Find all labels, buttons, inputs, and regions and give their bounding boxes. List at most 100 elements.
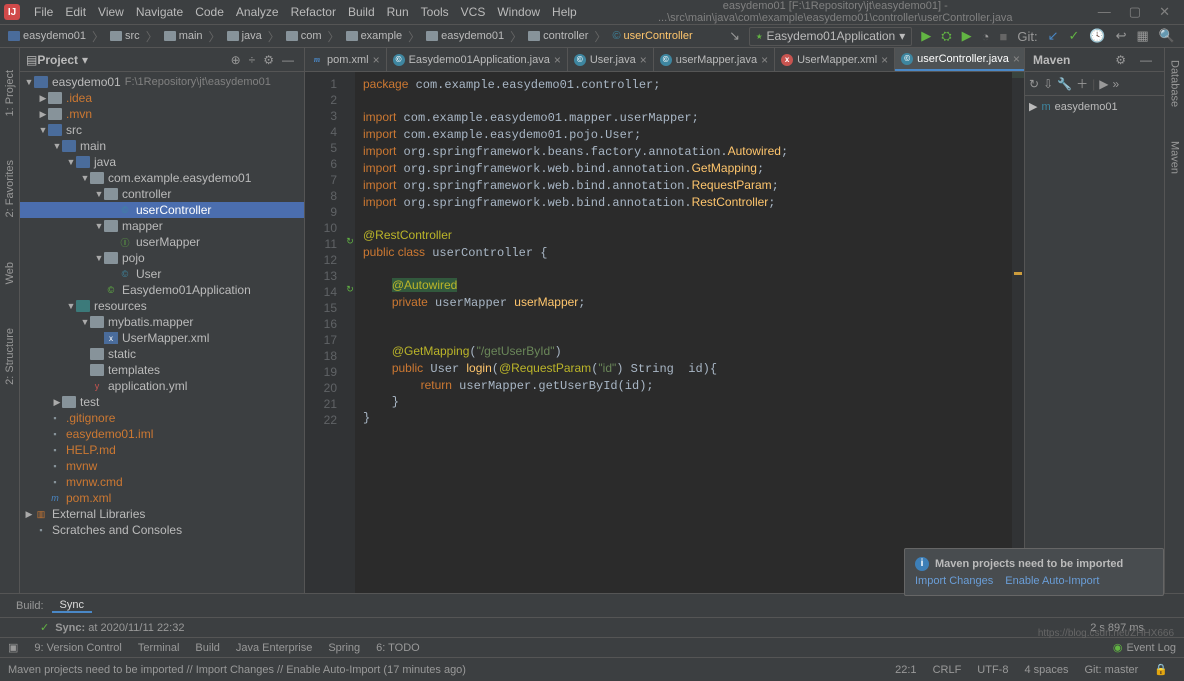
tree-item[interactable]: yapplication.yml: [20, 378, 304, 394]
tab-close-button[interactable]: ×: [554, 53, 561, 67]
minimize-button[interactable]: —: [1098, 4, 1111, 20]
tab-close-button[interactable]: ×: [881, 53, 888, 67]
breadcrumb-item[interactable]: easydemo01: [4, 30, 90, 42]
editor-tab[interactable]: mpom.xml×: [305, 48, 387, 71]
gutter-project[interactable]: 1: Project: [4, 68, 16, 118]
hide-tool-windows[interactable]: ▣: [0, 641, 26, 654]
tree-item[interactable]: ▶.idea: [20, 90, 304, 106]
tool-window-tab[interactable]: 6: TODO: [368, 642, 428, 654]
editor-tab[interactable]: ©User.java×: [568, 48, 654, 71]
breadcrumb-item[interactable]: com: [282, 30, 326, 42]
tree-item[interactable]: ▼resources: [20, 298, 304, 314]
tree-item[interactable]: mpom.xml: [20, 490, 304, 506]
tree-item[interactable]: ▪mvnw: [20, 458, 304, 474]
caret-position[interactable]: 22:1: [887, 664, 924, 676]
gutter-web[interactable]: Web: [4, 260, 16, 286]
reload-icon[interactable]: ↻: [1029, 77, 1039, 91]
vcs-rollback-button[interactable]: ↩: [1111, 28, 1132, 44]
code-editor[interactable]: package com.example.easydemo01.controlle…: [355, 72, 1012, 593]
project-tree[interactable]: ▼easydemo01F:\1Repository\jt\easydemo01▶…: [20, 72, 304, 593]
tool-window-tab[interactable]: 9: Version Control: [26, 642, 129, 654]
import-changes-link[interactable]: Import Changes: [915, 575, 993, 587]
gutter-favorites[interactable]: 2: Favorites: [4, 158, 16, 219]
back-icon[interactable]: ↘: [724, 28, 745, 44]
line-separator[interactable]: CRLF: [925, 664, 970, 676]
tab-close-button[interactable]: ×: [640, 53, 647, 67]
file-encoding[interactable]: UTF-8: [969, 664, 1016, 676]
hide-icon[interactable]: —: [278, 53, 298, 67]
tree-item[interactable]: ▼java: [20, 154, 304, 170]
tool-window-tab[interactable]: Terminal: [130, 642, 188, 654]
menu-analyze[interactable]: Analyze: [230, 5, 285, 19]
tree-item[interactable]: ©userController: [20, 202, 304, 218]
tree-item[interactable]: ▪easydemo01.iml: [20, 426, 304, 442]
menu-tools[interactable]: Tools: [415, 5, 455, 19]
tree-item[interactable]: ▼main: [20, 138, 304, 154]
tree-item[interactable]: ▶.mvn: [20, 106, 304, 122]
breadcrumb-item[interactable]: src: [106, 30, 144, 42]
editor-tab[interactable]: ©userController.java×: [895, 48, 1024, 71]
menu-refactor[interactable]: Refactor: [285, 5, 342, 19]
tree-item[interactable]: ▼mapper: [20, 218, 304, 234]
menu-help[interactable]: Help: [546, 5, 583, 19]
tree-item[interactable]: ▪HELP.md: [20, 442, 304, 458]
generate-icon[interactable]: ⇩: [1043, 77, 1053, 91]
tab-close-button[interactable]: ×: [373, 53, 380, 67]
tab-close-button[interactable]: ×: [1013, 52, 1020, 66]
editor-tab[interactable]: ©Easydemo01Application.java×: [387, 48, 568, 71]
tree-item[interactable]: templates: [20, 362, 304, 378]
tool-window-tab[interactable]: Java Enterprise: [228, 642, 320, 654]
maven-root-node[interactable]: ▶ m easydemo01: [1029, 100, 1160, 113]
breadcrumb-item[interactable]: example: [342, 30, 407, 42]
tree-item[interactable]: ©User: [20, 266, 304, 282]
tree-item[interactable]: ©Easydemo01Application: [20, 282, 304, 298]
tree-item[interactable]: ▪Scratches and Consoles: [20, 522, 304, 538]
tree-item[interactable]: ▼easydemo01F:\1Repository\jt\easydemo01: [20, 74, 304, 90]
hide-icon[interactable]: —: [1136, 53, 1156, 67]
editor-scrollbar[interactable]: [1012, 72, 1024, 593]
project-structure-button[interactable]: ▦: [1132, 28, 1154, 44]
run-configuration-selector[interactable]: ⭑ Easydemo01Application ▾: [749, 27, 912, 46]
menu-build[interactable]: Build: [342, 5, 381, 19]
gutter-structure[interactable]: 2: Structure: [4, 326, 16, 387]
event-log-tab[interactable]: ◉Event Log: [1105, 641, 1184, 654]
tree-item[interactable]: ▼pojo: [20, 250, 304, 266]
tree-item[interactable]: ▼src: [20, 122, 304, 138]
menu-navigate[interactable]: Navigate: [130, 5, 189, 19]
menu-file[interactable]: File: [28, 5, 59, 19]
expand-icon[interactable]: »: [1112, 77, 1119, 91]
breadcrumb-item[interactable]: main: [160, 30, 207, 42]
breadcrumb-item[interactable]: controller: [524, 30, 592, 42]
menu-window[interactable]: Window: [491, 5, 546, 19]
enable-auto-import-link[interactable]: Enable Auto-Import: [1005, 575, 1099, 587]
tree-item[interactable]: ▼mybatis.mapper: [20, 314, 304, 330]
tree-item[interactable]: ▪.gitignore: [20, 410, 304, 426]
menu-run[interactable]: Run: [381, 5, 415, 19]
gutter-database[interactable]: Database: [1169, 58, 1181, 109]
vcs-commit-button[interactable]: ✓: [1064, 28, 1085, 44]
tree-item[interactable]: static: [20, 346, 304, 362]
run-icon[interactable]: ▶: [1099, 77, 1108, 91]
gutter-maven[interactable]: Maven: [1169, 139, 1181, 176]
vcs-history-button[interactable]: 🕓: [1084, 28, 1110, 44]
breadcrumb-item[interactable]: java: [223, 30, 266, 42]
editor-tab[interactable]: ©userMapper.java×: [654, 48, 775, 71]
indent-settings[interactable]: 4 spaces: [1016, 664, 1076, 676]
tree-item[interactable]: ▼controller: [20, 186, 304, 202]
plus-icon[interactable]: ＋: [1076, 75, 1088, 92]
tree-item[interactable]: xUserMapper.xml: [20, 330, 304, 346]
search-everywhere-button[interactable]: 🔍: [1154, 28, 1180, 44]
menu-edit[interactable]: Edit: [59, 5, 92, 19]
git-branch[interactable]: Git: master: [1077, 664, 1147, 676]
close-button[interactable]: ✕: [1159, 4, 1170, 20]
coverage-button[interactable]: ▶: [957, 28, 977, 44]
sync-tab[interactable]: Sync: [52, 599, 92, 613]
menu-view[interactable]: View: [92, 5, 130, 19]
vcs-update-button[interactable]: ↙: [1043, 28, 1064, 44]
tool-window-tab[interactable]: Build: [187, 642, 227, 654]
breadcrumb-item[interactable]: easydemo01: [422, 30, 508, 42]
chevron-down-icon[interactable]: ▾: [82, 53, 88, 67]
target-icon[interactable]: ⊕: [227, 53, 245, 67]
editor-tab[interactable]: xUserMapper.xml×: [775, 48, 895, 71]
collapse-icon[interactable]: ÷: [245, 53, 260, 67]
